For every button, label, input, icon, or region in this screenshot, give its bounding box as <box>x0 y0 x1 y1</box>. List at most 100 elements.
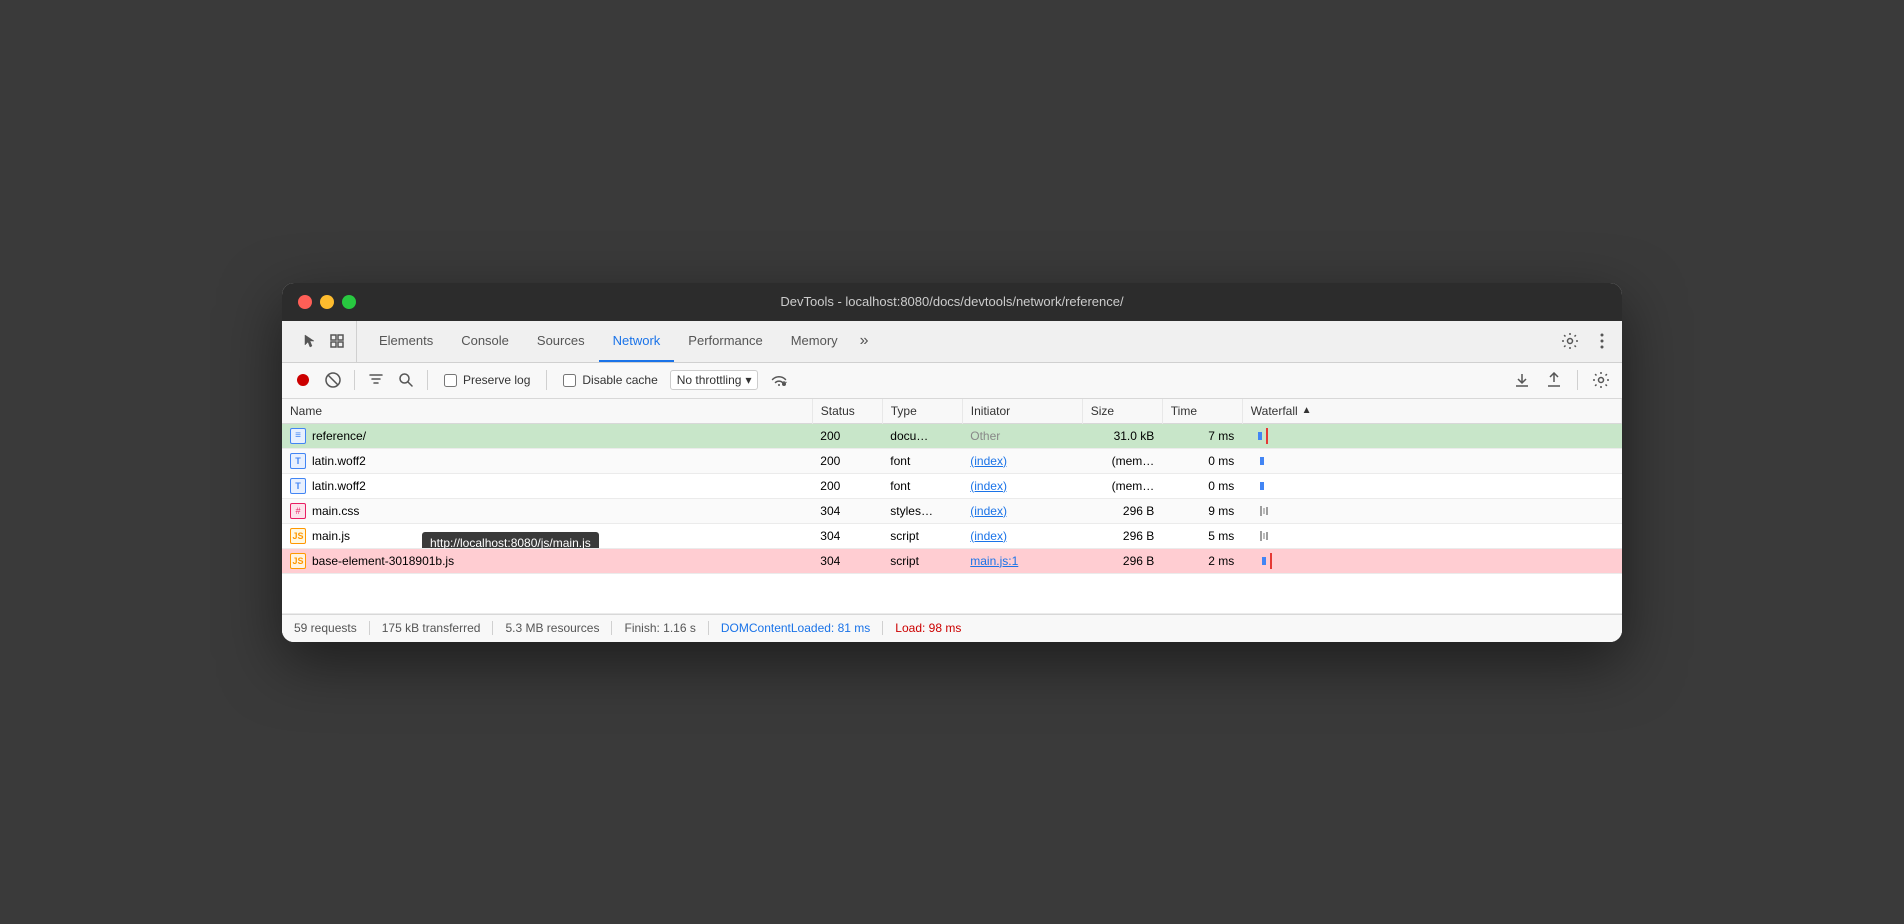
row-name: JS base-element-3018901b.js <box>282 548 812 573</box>
import-icon[interactable] <box>1509 367 1535 393</box>
tab-network[interactable]: Network <box>599 321 675 362</box>
throttle-select[interactable]: No throttling ▾ <box>670 370 759 390</box>
tab-memory[interactable]: Memory <box>777 321 852 362</box>
load-time: Load: 98 ms <box>883 621 973 635</box>
record-button[interactable] <box>290 367 316 393</box>
row-size: 296 B <box>1082 548 1162 573</box>
row-name: JS main.js http://localhost:8080/js/main… <box>282 523 812 548</box>
row-size: 296 B <box>1082 523 1162 548</box>
font-icon: T <box>290 478 306 494</box>
window-title: DevTools - localhost:8080/docs/devtools/… <box>780 294 1123 309</box>
toolbar-separator-3 <box>546 370 547 390</box>
table-row[interactable]: # main.css 304 styles… (index) 296 B 9 m… <box>282 498 1622 523</box>
chevron-down-icon: ▾ <box>745 373 751 387</box>
header-initiator[interactable]: Initiator <box>962 399 1082 424</box>
more-tabs-button[interactable]: » <box>852 332 877 350</box>
network-table: Name Status Type Initiator Size Time Wat… <box>282 399 1622 614</box>
maximize-button[interactable] <box>342 295 356 309</box>
preserve-log-checkbox[interactable]: Preserve log <box>436 373 538 387</box>
tab-bar: Elements Console Sources Network Perform… <box>282 321 1622 363</box>
close-button[interactable] <box>298 295 312 309</box>
header-status[interactable]: Status <box>812 399 882 424</box>
row-type: font <box>882 448 962 473</box>
header-type[interactable]: Type <box>882 399 962 424</box>
transferred-size: 175 kB transferred <box>370 621 494 635</box>
dom-content-loaded: DOMContentLoaded: 81 ms <box>709 621 883 635</box>
tab-elements[interactable]: Elements <box>365 321 447 362</box>
export-icon[interactable] <box>1541 367 1567 393</box>
sort-arrow-icon: ▲ <box>1302 405 1312 416</box>
table-row[interactable]: T latin.woff2 200 font (index) (mem… 0 m… <box>282 473 1622 498</box>
row-initiator: main.js:1 <box>962 548 1082 573</box>
header-time[interactable]: Time <box>1162 399 1242 424</box>
minimize-button[interactable] <box>320 295 334 309</box>
row-waterfall <box>1242 448 1622 473</box>
wifi-settings-icon[interactable] <box>766 367 792 393</box>
clear-button[interactable] <box>320 367 346 393</box>
row-waterfall <box>1242 423 1622 448</box>
js-icon: JS <box>290 528 306 544</box>
finish-time: Finish: 1.16 s <box>612 621 708 635</box>
row-time: 5 ms <box>1162 523 1242 548</box>
row-status: 304 <box>812 548 882 573</box>
header-size[interactable]: Size <box>1082 399 1162 424</box>
header-waterfall[interactable]: Waterfall ▲ <box>1243 399 1622 423</box>
row-name: # main.css <box>282 498 812 523</box>
tab-console[interactable]: Console <box>447 321 523 362</box>
tabs: Elements Console Sources Network Perform… <box>365 321 1550 362</box>
more-options-icon[interactable] <box>1590 329 1614 353</box>
toolbar-separator-1 <box>354 370 355 390</box>
row-initiator: (index) <box>962 498 1082 523</box>
row-waterfall <box>1242 473 1622 498</box>
table-row[interactable]: JS base-element-3018901b.js 304 script m… <box>282 548 1622 573</box>
tab-bar-right <box>1550 329 1614 353</box>
toolbar-separator-4 <box>1577 370 1578 390</box>
row-size: 31.0 kB <box>1082 423 1162 448</box>
network-toolbar: Preserve log Disable cache No throttling… <box>282 363 1622 399</box>
network-settings-icon[interactable] <box>1588 367 1614 393</box>
row-size: (mem… <box>1082 473 1162 498</box>
network-table-wrapper: Name Status Type Initiator Size Time Wat… <box>282 399 1622 614</box>
header-name[interactable]: Name <box>282 399 812 424</box>
settings-icon[interactable] <box>1558 329 1582 353</box>
row-type: docu… <box>882 423 962 448</box>
row-type: script <box>882 548 962 573</box>
row-initiator: (index) <box>962 448 1082 473</box>
row-size: (mem… <box>1082 448 1162 473</box>
tab-performance[interactable]: Performance <box>674 321 776 362</box>
tab-sources[interactable]: Sources <box>523 321 599 362</box>
row-initiator: (index) <box>962 473 1082 498</box>
row-waterfall <box>1242 548 1622 573</box>
search-button[interactable] <box>393 367 419 393</box>
cursor-icon[interactable] <box>298 330 320 352</box>
font-icon: T <box>290 453 306 469</box>
row-status: 200 <box>812 448 882 473</box>
devtools-window: DevTools - localhost:8080/docs/devtools/… <box>282 283 1622 642</box>
status-bar: 59 requests 175 kB transferred 5.3 MB re… <box>282 614 1622 642</box>
resources-size: 5.3 MB resources <box>493 621 612 635</box>
table-row[interactable]: T latin.woff2 200 font (index) (mem… 0 m… <box>282 448 1622 473</box>
disable-cache-checkbox[interactable]: Disable cache <box>555 373 665 387</box>
row-initiator: (index) <box>962 523 1082 548</box>
row-status: 200 <box>812 473 882 498</box>
toolbar-separator-2 <box>427 370 428 390</box>
js-icon: JS <box>290 553 306 569</box>
table-header-row: Name Status Type Initiator Size Time Wat… <box>282 399 1622 424</box>
inspect-icon[interactable] <box>326 330 348 352</box>
tab-bar-icons <box>290 321 357 362</box>
row-initiator: Other <box>962 423 1082 448</box>
row-waterfall <box>1242 523 1622 548</box>
filter-button[interactable] <box>363 367 389 393</box>
url-tooltip: http://localhost:8080/js/main.js <box>422 532 599 549</box>
row-time: 2 ms <box>1162 548 1242 573</box>
row-time: 0 ms <box>1162 473 1242 498</box>
row-type: font <box>882 473 962 498</box>
row-status: 304 <box>812 523 882 548</box>
table-row-empty <box>282 573 1622 613</box>
title-bar: DevTools - localhost:8080/docs/devtools/… <box>282 283 1622 321</box>
table-row[interactable]: ≡ reference/ 200 docu… Other 31.0 kB 7 m… <box>282 423 1622 448</box>
row-size: 296 B <box>1082 498 1162 523</box>
row-type: styles… <box>882 498 962 523</box>
traffic-lights <box>298 295 356 309</box>
table-row[interactable]: JS main.js http://localhost:8080/js/main… <box>282 523 1622 548</box>
